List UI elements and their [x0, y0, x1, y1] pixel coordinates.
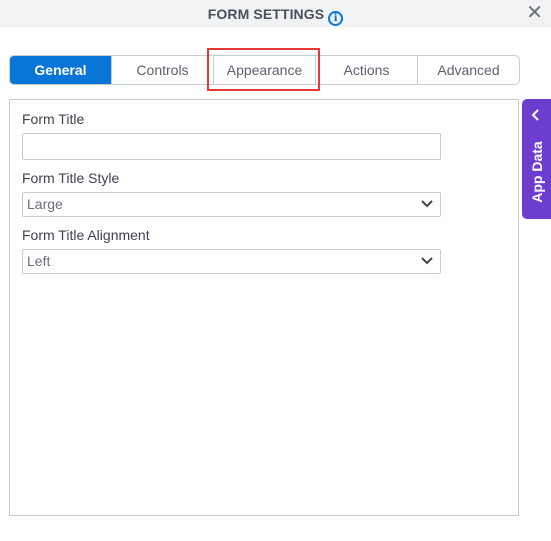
form-title-style-label: Form Title Style [22, 170, 120, 186]
info-icon[interactable]: i [328, 11, 344, 26]
form-title-alignment-select[interactable]: Left [22, 249, 441, 274]
tab-general[interactable]: General [10, 56, 111, 84]
tab-advanced[interactable]: Advanced [417, 56, 519, 84]
dialog-header: FORM SETTINGS i ✕ [0, 0, 551, 27]
form-title-alignment-value: Left [27, 253, 51, 269]
dialog-title-text: FORM SETTINGS [207, 6, 325, 22]
chevron-down-icon [421, 257, 433, 265]
general-panel [9, 99, 519, 516]
chevron-left-icon [531, 109, 539, 121]
close-icon[interactable]: ✕ [526, 3, 543, 23]
form-title-alignment-label: Form Title Alignment [22, 227, 150, 243]
tab-actions[interactable]: Actions [315, 56, 417, 84]
chevron-down-icon [421, 200, 433, 208]
app-data-label: App Data [528, 141, 545, 203]
tab-controls[interactable]: Controls [111, 56, 213, 84]
form-title-label: Form Title [22, 111, 85, 127]
app-data-panel-toggle[interactable]: App Data [522, 99, 551, 219]
form-title-style-select[interactable]: Large [22, 192, 441, 217]
dialog-title: FORM SETTINGS i [0, 6, 551, 26]
form-title-style-value: Large [27, 196, 63, 212]
form-title-input[interactable] [22, 133, 441, 160]
appearance-tab-highlight [207, 48, 320, 91]
